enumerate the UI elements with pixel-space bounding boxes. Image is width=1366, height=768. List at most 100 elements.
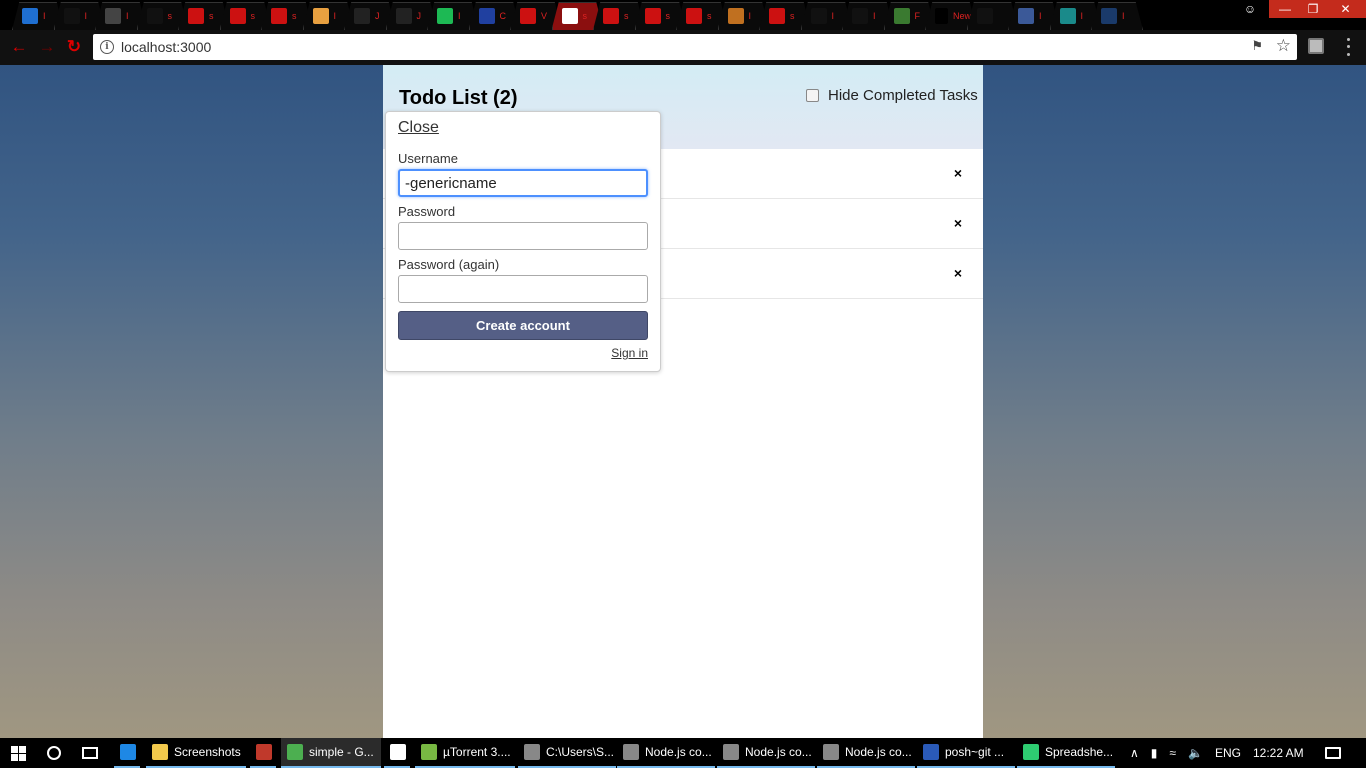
hide-completed-toggle[interactable]: Hide Completed Tasks [806, 87, 978, 104]
taskbar-item[interactable] [114, 738, 140, 768]
browser-tab[interactable]: I [842, 2, 894, 30]
browser-tab[interactable]: s [551, 2, 604, 30]
browser-tab[interactable]: J [385, 2, 438, 30]
taskbar-item[interactable]: Node.js co... [617, 738, 715, 768]
close-icon: ✕ [1340, 2, 1351, 16]
address-bar[interactable]: i localhost:3000 ⚑ ☆ [93, 34, 1297, 60]
pdf-icon [603, 8, 619, 24]
delete-task-button[interactable]: × [952, 165, 964, 181]
windows-logo-icon [10, 745, 26, 761]
reload-button[interactable]: ↻ [63, 35, 85, 59]
profile-button[interactable]: ☺ [1236, 0, 1264, 18]
browser-tab[interactable]: New [925, 2, 977, 30]
window-close-button[interactable]: ✕ [1325, 0, 1366, 18]
tab-title: s [250, 11, 256, 21]
browser-tab[interactable]: s [261, 2, 313, 30]
chevron-up-icon[interactable]: ∧ [1130, 746, 1139, 760]
browser-tab[interactable]: I [302, 2, 355, 30]
taskbar-item[interactable]: Node.js co... [817, 738, 915, 768]
tab-title: I [873, 11, 876, 21]
close-link[interactable]: Close [398, 119, 439, 137]
action-center-button[interactable] [1320, 743, 1346, 763]
taskbar-item[interactable]: µTorrent 3.... [415, 738, 515, 768]
taskbar-item-label: Spreadshe... [1045, 745, 1114, 759]
password-again-input[interactable] [398, 275, 648, 303]
taskbar-item[interactable]: Spreadshe... [1017, 738, 1115, 768]
hide-completed-checkbox[interactable] [806, 89, 819, 102]
browser-tab[interactable]: I [800, 2, 853, 30]
new-icon [935, 8, 948, 24]
tab-title: I [43, 11, 46, 21]
browser-tab[interactable]: I [1091, 2, 1143, 30]
browser-tab[interactable]: V [510, 2, 562, 30]
browser-tab[interactable]: I [1008, 2, 1060, 30]
extension-icon[interactable] [1308, 38, 1324, 54]
pin-icon[interactable]: ⚑ [1251, 38, 1263, 54]
browser-tab[interactable]: s [759, 2, 811, 30]
pdf-icon [686, 8, 702, 24]
delete-task-button[interactable]: × [952, 215, 964, 231]
browser-tab[interactable]: s [178, 2, 230, 30]
tab-title: s [790, 11, 795, 21]
browser-tab[interactable]: I [1049, 2, 1102, 30]
browser-toolbar: ← → ↻ i localhost:3000 ⚑ ☆ [0, 30, 1366, 65]
tab-title: I [831, 11, 835, 21]
task-view-button[interactable] [74, 738, 106, 768]
clock[interactable]: 12:22 AM [1253, 746, 1304, 760]
tab-strip: I I Is s s s I J J I C Vs s s s Is I I F New I I I [0, 0, 1366, 30]
browser-tab[interactable]: s [593, 2, 645, 30]
delete-task-button[interactable]: × [952, 265, 964, 281]
taskbar-item[interactable]: Screenshots [146, 738, 246, 768]
browser-tab[interactable]: I [717, 2, 770, 30]
browser-tab[interactable]: s [634, 2, 687, 30]
username-input[interactable] [398, 169, 648, 197]
browser-tab[interactable]: I [427, 2, 479, 30]
taskbar-item[interactable]: C:\Users\S... [518, 738, 616, 768]
utorrent-icon [421, 744, 437, 760]
restore-icon: ❐ [1307, 2, 1319, 16]
cortana-button[interactable] [38, 738, 70, 768]
create-account-dropdown: Close Username Password Password (again)… [385, 111, 661, 372]
sign-in-link[interactable]: Sign in [611, 346, 648, 360]
google-icon [561, 8, 578, 24]
tab-title: s [167, 11, 173, 21]
tab-title: I [126, 11, 129, 21]
terminal-icon [524, 744, 540, 760]
start-button[interactable] [0, 738, 36, 768]
volume-muted-icon[interactable]: 🔈 [1188, 746, 1203, 760]
w-icon [395, 8, 412, 24]
info-icon[interactable]: i [100, 40, 114, 54]
password-input[interactable] [398, 222, 648, 250]
taskbar-item-label: Screenshots [174, 745, 241, 759]
taskbar-item[interactable]: simple - G... [281, 738, 381, 768]
language-indicator[interactable]: ENG [1215, 746, 1241, 760]
pdf-icon [769, 8, 785, 24]
taskbar-item[interactable] [250, 738, 276, 768]
browser-tab[interactable]: I [12, 2, 64, 30]
tab-title: s [292, 11, 297, 21]
task-view-icon [82, 747, 98, 759]
battery-icon[interactable]: ▮ [1151, 746, 1158, 760]
username-label: Username [398, 151, 458, 166]
browser-tab[interactable]: I [95, 2, 147, 30]
browser-tab[interactable]: F [883, 2, 936, 30]
github-icon [976, 8, 993, 24]
taskbar-item[interactable]: posh~git ... [917, 738, 1015, 768]
back-button[interactable]: ← [8, 35, 30, 59]
browser-tab[interactable]: J [344, 2, 396, 30]
browser-tab[interactable]: s [676, 2, 728, 30]
browser-tab[interactable] [966, 2, 1019, 30]
bookmark-star-icon[interactable]: ☆ [1276, 36, 1291, 56]
forward-button[interactable]: → [36, 35, 58, 59]
create-account-button[interactable]: Create account [398, 311, 648, 340]
address-url[interactable]: localhost:3000 [121, 39, 211, 55]
wifi-icon[interactable]: ≈ [1169, 746, 1176, 760]
browser-tab[interactable]: I [53, 2, 106, 30]
browser-tab[interactable]: C [468, 2, 521, 30]
taskbar-item[interactable]: Node.js co... [717, 738, 815, 768]
tab-title: I [84, 11, 88, 21]
taskbar-item[interactable] [384, 738, 410, 768]
browser-tab[interactable]: s [219, 2, 272, 30]
browser-menu-button[interactable] [1346, 36, 1350, 58]
browser-tab[interactable]: s [136, 2, 189, 30]
